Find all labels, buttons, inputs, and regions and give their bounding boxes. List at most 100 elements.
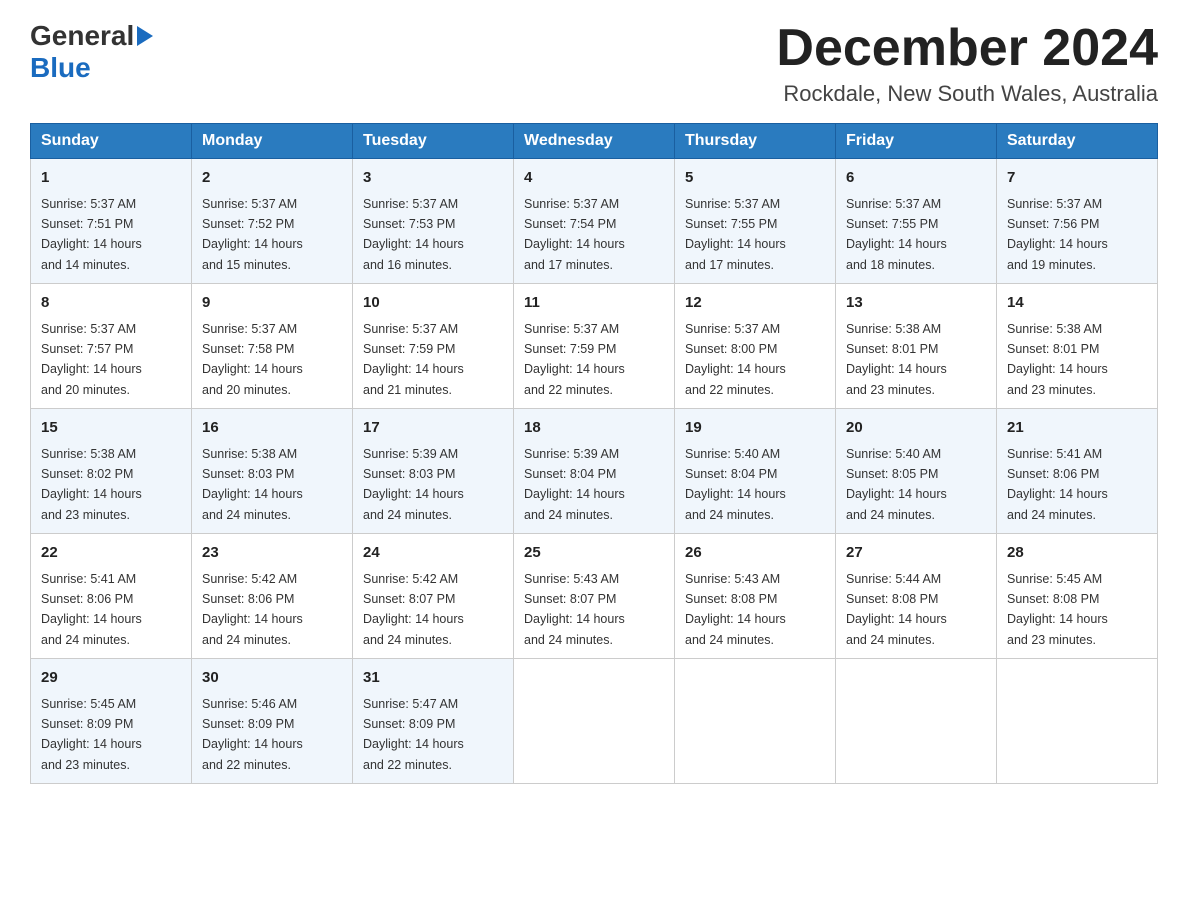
day-number: 10 [363,292,503,315]
day-number: 17 [363,417,503,440]
table-row [514,659,675,784]
day-number: 13 [846,292,986,315]
day-number: 5 [685,167,825,190]
table-row [836,659,997,784]
day-number: 7 [1007,167,1147,190]
day-number: 9 [202,292,342,315]
day-info: Sunrise: 5:41 AMSunset: 8:06 PMDaylight:… [41,572,142,647]
day-info: Sunrise: 5:37 AMSunset: 7:52 PMDaylight:… [202,197,303,272]
day-info: Sunrise: 5:37 AMSunset: 7:59 PMDaylight:… [524,322,625,397]
col-wednesday: Wednesday [514,124,675,159]
table-row: 15Sunrise: 5:38 AMSunset: 8:02 PMDayligh… [31,409,192,534]
day-info: Sunrise: 5:42 AMSunset: 8:06 PMDaylight:… [202,572,303,647]
day-number: 31 [363,667,503,690]
page-header: General Blue December 2024 Rockdale, New… [30,20,1158,107]
col-tuesday: Tuesday [353,124,514,159]
table-row: 21 Sunrise: 5:41 AMSunset: 8:06 PMDayligh… [997,409,1158,534]
day-number: 16 [202,417,342,440]
day-info: Sunrise: 5:38 AMSunset: 8:02 PMDaylight:… [41,447,142,522]
day-info: Sunrise: 5:37 AMSunset: 7:58 PMDaylight:… [202,322,303,397]
day-info: Sunrise: 5:40 AMSunset: 8:04 PMDaylight:… [685,447,786,522]
col-monday: Monday [192,124,353,159]
table-row: 27Sunrise: 5:44 AMSunset: 8:08 PMDayligh… [836,534,997,659]
day-info: Sunrise: 5:47 AMSunset: 8:09 PMDaylight:… [363,697,464,772]
table-row: 13 Sunrise: 5:38 AMSunset: 8:01 PMDayligh… [836,284,997,409]
table-row: 19Sunrise: 5:40 AMSunset: 8:04 PMDayligh… [675,409,836,534]
table-row: 14Sunrise: 5:38 AMSunset: 8:01 PMDayligh… [997,284,1158,409]
day-info: Sunrise: 5:38 AMSunset: 8:01 PMDaylight:… [846,322,947,397]
table-row: 23 Sunrise: 5:42 AMSunset: 8:06 PMDayligh… [192,534,353,659]
day-info: Sunrise: 5:38 AMSunset: 8:03 PMDaylight:… [202,447,303,522]
table-row: 31 Sunrise: 5:47 AMSunset: 8:09 PMDayligh… [353,659,514,784]
calendar-week-1: 1 Sunrise: 5:37 AMSunset: 7:51 PMDaylight… [31,159,1158,284]
header-row: Sunday Monday Tuesday Wednesday Thursday… [31,124,1158,159]
day-info: Sunrise: 5:37 AMSunset: 7:54 PMDaylight:… [524,197,625,272]
title-block: December 2024 Rockdale, New South Wales,… [776,20,1158,107]
day-info: Sunrise: 5:40 AMSunset: 8:05 PMDaylight:… [846,447,947,522]
table-row: 11 Sunrise: 5:37 AMSunset: 7:59 PMDayligh… [514,284,675,409]
day-number: 14 [1007,292,1147,315]
table-row: 25 Sunrise: 5:43 AMSunset: 8:07 PMDayligh… [514,534,675,659]
day-number: 30 [202,667,342,690]
col-friday: Friday [836,124,997,159]
day-number: 2 [202,167,342,190]
day-info: Sunrise: 5:37 AMSunset: 7:59 PMDaylight:… [363,322,464,397]
day-number: 3 [363,167,503,190]
day-number: 1 [41,167,181,190]
day-info: Sunrise: 5:39 AMSunset: 8:04 PMDaylight:… [524,447,625,522]
day-info: Sunrise: 5:41 AMSunset: 8:06 PMDaylight:… [1007,447,1108,522]
day-info: Sunrise: 5:37 AMSunset: 7:51 PMDaylight:… [41,197,142,272]
table-row: 7 Sunrise: 5:37 AMSunset: 7:56 PMDaylight… [997,159,1158,284]
day-number: 18 [524,417,664,440]
day-info: Sunrise: 5:37 AMSunset: 7:53 PMDaylight:… [363,197,464,272]
day-number: 4 [524,167,664,190]
table-row: 28 Sunrise: 5:45 AMSunset: 8:08 PMDayligh… [997,534,1158,659]
day-number: 26 [685,542,825,565]
day-number: 11 [524,292,664,315]
day-number: 20 [846,417,986,440]
day-info: Sunrise: 5:37 AMSunset: 8:00 PMDaylight:… [685,322,786,397]
day-number: 27 [846,542,986,565]
table-row: 9 Sunrise: 5:37 AMSunset: 7:58 PMDaylight… [192,284,353,409]
table-row: 8 Sunrise: 5:37 AMSunset: 7:57 PMDaylight… [31,284,192,409]
table-row: 18 Sunrise: 5:39 AMSunset: 8:04 PMDayligh… [514,409,675,534]
day-info: Sunrise: 5:37 AMSunset: 7:57 PMDaylight:… [41,322,142,397]
table-row: 22 Sunrise: 5:41 AMSunset: 8:06 PMDayligh… [31,534,192,659]
logo-arrow-icon [137,26,153,46]
table-row: 16 Sunrise: 5:38 AMSunset: 8:03 PMDayligh… [192,409,353,534]
month-title: December 2024 [776,20,1158,77]
day-info: Sunrise: 5:37 AMSunset: 7:55 PMDaylight:… [685,197,786,272]
logo-general: General [30,20,134,52]
day-info: Sunrise: 5:46 AMSunset: 8:09 PMDaylight:… [202,697,303,772]
day-number: 22 [41,542,181,565]
day-number: 8 [41,292,181,315]
table-row: 10 Sunrise: 5:37 AMSunset: 7:59 PMDayligh… [353,284,514,409]
table-row: 3 Sunrise: 5:37 AMSunset: 7:53 PMDaylight… [353,159,514,284]
day-number: 21 [1007,417,1147,440]
col-sunday: Sunday [31,124,192,159]
day-info: Sunrise: 5:45 AMSunset: 8:09 PMDaylight:… [41,697,142,772]
table-row: 2 Sunrise: 5:37 AMSunset: 7:52 PMDaylight… [192,159,353,284]
day-number: 29 [41,667,181,690]
day-info: Sunrise: 5:37 AMSunset: 7:56 PMDaylight:… [1007,197,1108,272]
day-info: Sunrise: 5:43 AMSunset: 8:08 PMDaylight:… [685,572,786,647]
day-number: 23 [202,542,342,565]
table-row [675,659,836,784]
day-info: Sunrise: 5:43 AMSunset: 8:07 PMDaylight:… [524,572,625,647]
table-row: 20 Sunrise: 5:40 AMSunset: 8:05 PMDayligh… [836,409,997,534]
table-row: 4 Sunrise: 5:37 AMSunset: 7:54 PMDaylight… [514,159,675,284]
day-number: 25 [524,542,664,565]
logo: General Blue [30,20,153,84]
table-row: 26 Sunrise: 5:43 AMSunset: 8:08 PMDayligh… [675,534,836,659]
day-number: 24 [363,542,503,565]
calendar-week-2: 8 Sunrise: 5:37 AMSunset: 7:57 PMDaylight… [31,284,1158,409]
day-info: Sunrise: 5:45 AMSunset: 8:08 PMDaylight:… [1007,572,1108,647]
calendar-week-5: 29 Sunrise: 5:45 AMSunset: 8:09 PMDayligh… [31,659,1158,784]
logo-blue: Blue [30,52,153,84]
table-row: 5 Sunrise: 5:37 AMSunset: 7:55 PMDaylight… [675,159,836,284]
table-row [997,659,1158,784]
table-row: 1 Sunrise: 5:37 AMSunset: 7:51 PMDaylight… [31,159,192,284]
day-number: 28 [1007,542,1147,565]
day-info: Sunrise: 5:37 AMSunset: 7:55 PMDaylight:… [846,197,947,272]
table-row: 17Sunrise: 5:39 AMSunset: 8:03 PMDayligh… [353,409,514,534]
